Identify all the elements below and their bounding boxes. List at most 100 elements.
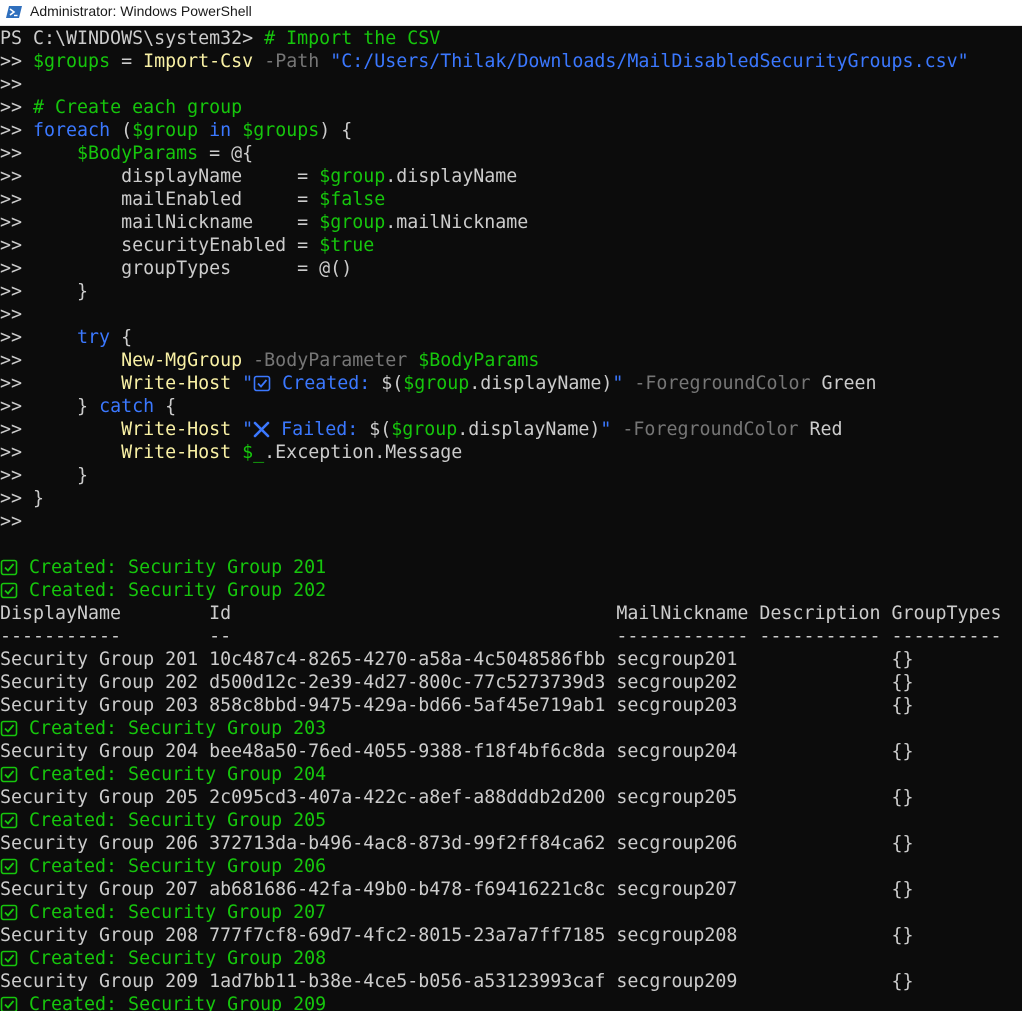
terminal-line: Created: Security Group 203 [0,717,1022,740]
window-title: Administrator: Windows PowerShell [30,3,252,19]
terminal-line: Created: Security Group 201 [0,556,1022,579]
check-box-icon [0,582,18,599]
terminal-text: -Path [264,51,320,72]
terminal-line: Created: Security Group 208 [0,947,1022,970]
check-box-icon [0,720,18,737]
terminal-text: Created: Security Group 205 [18,810,327,831]
terminal-text: .displayName) [457,419,601,440]
terminal-line: PS C:\WINDOWS\system32> # Import the CSV [0,27,1022,50]
terminal-line: >> [0,303,1022,326]
terminal-line: Security Group 209 1ad7bb11-b38e-4ce5-b0… [0,970,1022,993]
terminal-text: " [242,373,254,394]
terminal-line: >> securityEnabled = $true [0,234,1022,257]
cross-mark-icon [253,421,270,438]
terminal-line: Security Group 205 2c095cd3-407a-422c-a8… [0,786,1022,809]
terminal-line: >> } [0,487,1022,510]
terminal-text: Security Group 207 ab681686-42fa-49b0-b4… [0,879,914,900]
terminal-text: try [77,327,111,348]
terminal-text: >> [0,442,122,463]
terminal-line: Security Group 203 858c8bbd-9475-429a-bd… [0,694,1022,717]
terminal-text: Security Group 205 2c095cd3-407a-422c-a8… [0,787,914,808]
check-box-icon [0,904,18,921]
terminal-text: Write-Host [121,442,232,463]
terminal-line: >> New-MgGroup -BodyParameter $BodyParam… [0,349,1022,372]
terminal-text: $groups [242,120,320,141]
terminal-line: ----------- -- ------------ ----------- … [0,625,1022,648]
terminal-text: $_ [242,442,265,463]
terminal-text: >> [0,120,34,141]
terminal-line: >> } [0,280,1022,303]
terminal-text: Created: Security Group 203 [18,718,327,739]
terminal-text: $group [319,166,386,187]
terminal-text: ) { [319,120,353,141]
terminal-text: Created: Security Group 202 [18,580,327,601]
terminal-text: -BodyParameter [253,350,408,371]
terminal-text: $group [319,212,386,233]
terminal-text: Created: Security Group 204 [18,764,327,785]
powershell-icon [6,5,22,19]
terminal-text: Created: Security Group 206 [18,856,327,877]
terminal-text: >> } [0,281,89,302]
terminal-line: Created: Security Group 206 [0,855,1022,878]
terminal-line: >> mailNickname = $group.mailNickname [0,211,1022,234]
terminal-line: >> [0,510,1022,533]
terminal-text: " [612,373,624,394]
check-box-icon [0,858,18,875]
terminal-text: $BodyParams [77,143,199,164]
terminal-text: >> [0,304,23,325]
terminal-line: Security Group 202 d500d12c-2e39-4d27-80… [0,671,1022,694]
terminal-text: Write-Host [121,419,232,440]
terminal-text: $groups [33,51,111,72]
terminal-line: >> try { [0,326,1022,349]
terminal-text: >> [0,143,78,164]
terminal-output[interactable]: PS C:\WINDOWS\system32> # Import the CSV… [0,27,1022,1011]
terminal-text: >> displayName = [0,166,320,187]
terminal-text: $true [319,235,375,256]
title-bar[interactable]: Administrator: Windows PowerShell [0,0,1022,26]
terminal-text: >> } [0,488,45,509]
terminal-text: $false [319,189,386,210]
terminal-text: catch [99,396,155,417]
terminal-text: >> [0,74,23,95]
terminal-text: "C:/Users/Thilak/Downloads/MailDisabledS… [330,51,969,72]
terminal-line: Created: Security Group 207 [0,901,1022,924]
terminal-text: $BodyParams [418,350,540,371]
terminal-line: Created: Security Group 209 [0,993,1022,1011]
terminal-text: $( [369,419,392,440]
terminal-line: Created: Security Group 205 [0,809,1022,832]
terminal-line: Security Group 204 bee48a50-76ed-4055-93… [0,740,1022,763]
terminal-text: # Import the CSV [264,28,441,49]
terminal-text: Created: Security Group 209 [18,994,327,1011]
terminal-line: >> } [0,464,1022,487]
check-box-icon [0,559,18,576]
terminal-line: Security Group 208 777f7cf8-69d7-4fc2-80… [0,924,1022,947]
terminal-text: { [110,327,133,348]
terminal-text: DisplayName Id MailNickname Description … [0,603,1002,624]
terminal-text: Red [798,419,843,440]
terminal-text: -ForegroundColor [622,419,799,440]
terminal-text: $group [391,419,458,440]
terminal-text: in [209,120,232,141]
terminal-text: Security Group 202 d500d12c-2e39-4d27-80… [0,672,914,693]
terminal-text: .mailNickname [385,212,529,233]
terminal-text: Security Group 206 372713da-b496-4ac8-87… [0,833,914,854]
terminal-text: >> } [0,396,100,417]
terminal-text: Security Group 208 777f7cf8-69d7-4fc2-80… [0,925,914,946]
terminal-text: >> [0,327,78,348]
terminal-text: >> [0,97,34,118]
terminal-text: Created: Security Group 208 [18,948,327,969]
terminal-line: >> $groups = Import-Csv -Path "C:/Users/… [0,50,1022,73]
terminal-text: Created: Security Group 201 [18,557,327,578]
terminal-text: >> groupTypes = @() [0,258,353,279]
terminal-line: >> foreach ($group in $groups) { [0,119,1022,142]
terminal-text: = [110,51,144,72]
